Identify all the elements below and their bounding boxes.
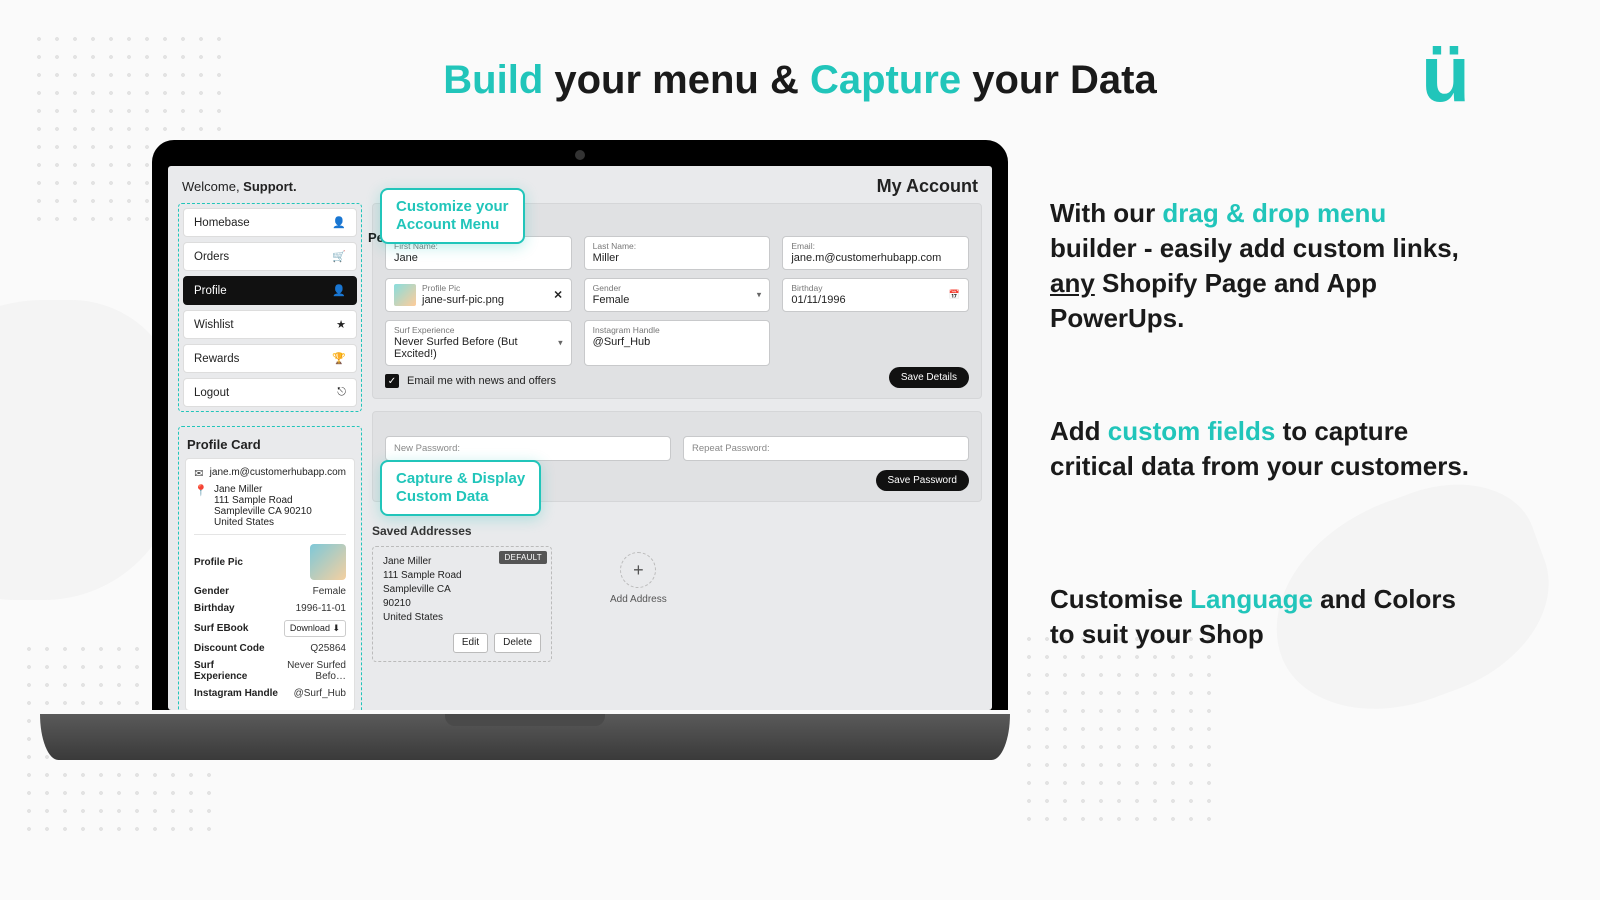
edit-address-button[interactable]: Edit [453, 633, 488, 653]
profile-addr: 111 Sample Road [214, 495, 312, 506]
profile-row: Surf EBookDownload ⬇ [194, 617, 346, 640]
birthday-field[interactable]: Birthday01/11/1996📅 [782, 278, 969, 312]
marketing-copy-3: Customise Language and Colors to suit yo… [1050, 582, 1472, 652]
marketing-copy-1: With our drag & drop menu builder - easi… [1050, 196, 1472, 336]
section-title: Saved Addresses [372, 524, 982, 538]
profile-row: Birthday1996-11-01 [194, 600, 346, 617]
clear-file-icon[interactable]: ✕ [553, 289, 562, 302]
chevron-down-icon: ▾ [757, 290, 762, 301]
download-button[interactable]: Download ⬇ [284, 620, 346, 637]
email-field[interactable]: Email:jane.m@customerhubapp.com [782, 236, 969, 270]
last-name-field[interactable]: Last Name:Miller [584, 236, 771, 270]
default-badge: DEFAULT [499, 551, 547, 564]
user-icon: 👤 [332, 284, 346, 297]
profile-row: Surf ExperienceNever Surfed Befo… [194, 657, 346, 685]
nav-profile[interactable]: Profile👤 [183, 276, 357, 305]
laptop-mockup: Welcome, Support. My Account Homebase👤 O… [40, 140, 1010, 760]
repeat-password-field[interactable]: Repeat Password: [683, 436, 969, 461]
callout-menu: Customize yourAccount Menu [380, 188, 525, 244]
welcome-text: Welcome, Support. [182, 179, 297, 194]
chevron-down-icon: ▾ [558, 338, 563, 349]
mail-icon: ✉ [194, 467, 204, 480]
news-checkbox[interactable]: ✓ [385, 374, 399, 388]
profile-pic-field[interactable]: Profile Picjane-surf-pic.png✕ [385, 278, 572, 312]
logout-icon: ⎋ [337, 386, 346, 399]
nav-rewards[interactable]: Rewards🏆 [183, 344, 357, 373]
avatar [310, 544, 346, 580]
marketing-copy-2: Add custom fields to capture critical da… [1050, 414, 1472, 484]
profile-row: Discount CodeQ25864 [194, 640, 346, 657]
nav-logout[interactable]: Logout⎋ [183, 378, 357, 407]
addresses-section: Saved Addresses DEFAULT Jane Miller 111 … [372, 514, 982, 672]
gender-select[interactable]: GenderFemale▾ [584, 278, 771, 312]
page-title: My Account [877, 176, 978, 197]
trophy-icon: 🏆 [332, 352, 346, 365]
thumb-icon [394, 284, 416, 306]
nav-orders[interactable]: Orders🛒 [183, 242, 357, 271]
profile-pic-label: Profile Pic [194, 557, 243, 568]
profile-row: GenderFemale [194, 583, 346, 600]
add-address-label: Add Address [610, 594, 667, 605]
nav-wishlist[interactable]: Wishlist★ [183, 310, 357, 339]
hero-headline: Build your menu & Capture your Data [0, 58, 1600, 103]
profile-name: Jane Miller [214, 484, 312, 495]
profile-row: Instagram Handle@Surf_Hub [194, 685, 346, 702]
add-address-button[interactable]: + [620, 552, 656, 588]
user-icon: 👤 [332, 216, 346, 229]
news-label: Email me with news and offers [407, 375, 556, 387]
new-password-field[interactable]: New Password: [385, 436, 671, 461]
surf-exp-select[interactable]: Surf ExperienceNever Surfed Before (But … [385, 320, 572, 366]
profile-card-title: Profile Card [185, 433, 355, 458]
account-menu: Homebase👤 Orders🛒 Profile👤 Wishlist★ Rew… [178, 203, 362, 412]
callout-data: Capture & DisplayCustom Data [380, 460, 541, 516]
profile-email: jane.m@customerhubapp.com [210, 467, 346, 478]
profile-addr: Sampleville CA 90210 [214, 506, 312, 517]
nav-homebase[interactable]: Homebase👤 [183, 208, 357, 237]
profile-card: Profile Card ✉jane.m@customerhubapp.com … [178, 426, 362, 710]
profile-addr: United States [214, 517, 312, 528]
instagram-field[interactable]: Instagram Handle@Surf_Hub [584, 320, 771, 366]
webcam-icon [575, 150, 585, 160]
calendar-icon: 📅 [949, 290, 960, 301]
star-icon: ★ [336, 318, 346, 331]
save-details-button[interactable]: Save Details [889, 367, 969, 388]
pin-icon: 📍 [194, 484, 208, 497]
save-password-button[interactable]: Save Password [876, 470, 969, 491]
address-card: DEFAULT Jane Miller 111 Sample Road Samp… [372, 546, 552, 662]
delete-address-button[interactable]: Delete [494, 633, 541, 653]
cart-icon: 🛒 [332, 250, 346, 263]
